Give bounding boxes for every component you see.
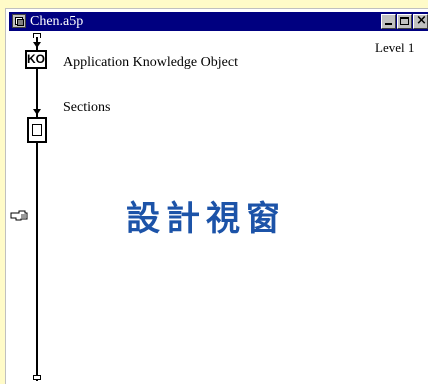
flowline-start-marker [33,33,41,38]
level-indicator: Level 1 [375,40,415,55]
flowline-end-marker [33,375,41,380]
window-title: Chen.a5p [30,14,84,29]
design-window-caption: 設計視窗 [126,199,286,239]
title-bar[interactable]: Chen.a5p × [9,12,428,31]
flow-arrow-icon [33,109,41,115]
minimize-button[interactable] [381,14,396,29]
design-window: Chen.a5p × Level 1 KO Application Knowle… [5,8,428,384]
flowline[interactable] [36,37,38,381]
app-icon[interactable] [12,14,26,28]
map-icon[interactable] [27,117,47,143]
sections-label[interactable]: Sections [63,100,110,116]
maximize-button[interactable] [397,14,412,29]
knowledge-object-label[interactable]: Application Knowledge Object [63,55,238,71]
pointing-hand-icon[interactable] [10,208,28,222]
close-button[interactable]: × [413,13,428,29]
knowledge-object-icon[interactable]: KO [25,50,47,69]
flow-arrow-icon [33,42,41,48]
